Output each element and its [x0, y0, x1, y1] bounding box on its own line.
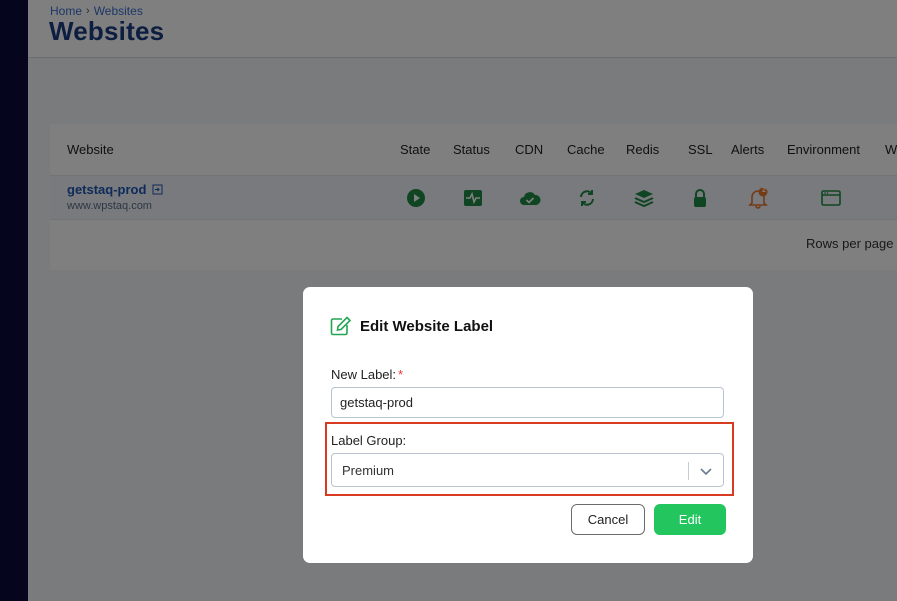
label-group-value: Premium: [342, 463, 395, 478]
dialog-title: Edit Website Label: [330, 316, 493, 336]
chevron-down-icon[interactable]: [698, 463, 714, 479]
label-group-select[interactable]: Premium: [331, 453, 724, 487]
cancel-button[interactable]: Cancel: [571, 504, 645, 535]
select-divider: [688, 462, 689, 480]
edit-label-dialog: Edit Website Label New Label:* Label Gro…: [303, 287, 753, 563]
label-group-label: Label Group:: [331, 433, 407, 448]
new-label-input[interactable]: [331, 387, 724, 418]
edit-button[interactable]: Edit: [654, 504, 726, 535]
new-label-text: New Label:: [331, 367, 397, 382]
required-marker: *: [398, 367, 404, 382]
dialog-title-text: Edit Website Label: [360, 317, 494, 335]
new-label-label: New Label: *: [331, 367, 403, 382]
edit-icon: [330, 316, 352, 336]
